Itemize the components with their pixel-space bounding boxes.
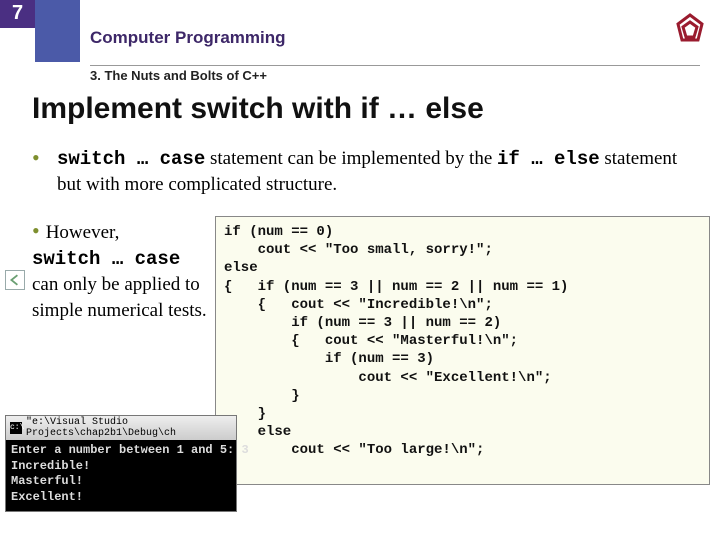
course-title: Computer Programming <box>90 28 286 48</box>
bullet-dot-icon: • <box>32 218 40 243</box>
code-inline: switch … case <box>32 248 180 270</box>
code-block: if (num == 0) cout << "Too small, sorry!… <box>215 216 710 485</box>
bullet-text: can only be applied to simple numerical … <box>32 274 207 321</box>
bullet-text: statement can be implemented by the <box>205 148 497 169</box>
header-color-strip <box>35 0 80 62</box>
console-titlebar: c:\ "e:\Visual Studio Projects\chap2b1\D… <box>6 416 236 440</box>
back-nav-icon[interactable] <box>5 270 25 290</box>
university-logo-icon <box>670 10 710 50</box>
chapter-subtitle: 3. The Nuts and Bolts of C++ <box>90 65 700 83</box>
console-window: c:\ "e:\Visual Studio Projects\chap2b1\D… <box>5 415 237 512</box>
console-icon: c:\ <box>10 422 22 434</box>
console-output: Enter a number between 1 and 5: 3 Incred… <box>6 440 236 511</box>
slide-title: Implement switch with if … else <box>32 92 484 126</box>
code-inline: switch … case <box>57 148 205 170</box>
bullet-text: However, <box>46 222 120 243</box>
bullet-2: • However, switch … case can only be appl… <box>32 216 207 324</box>
console-title: "e:\Visual Studio Projects\chap2b1\Debug… <box>26 417 232 439</box>
bullet-dot-icon: • <box>32 146 47 197</box>
code-inline: if … else <box>497 148 600 170</box>
bullet-1: • switch … case statement can be impleme… <box>32 146 695 197</box>
page-number: 7 <box>0 0 35 28</box>
